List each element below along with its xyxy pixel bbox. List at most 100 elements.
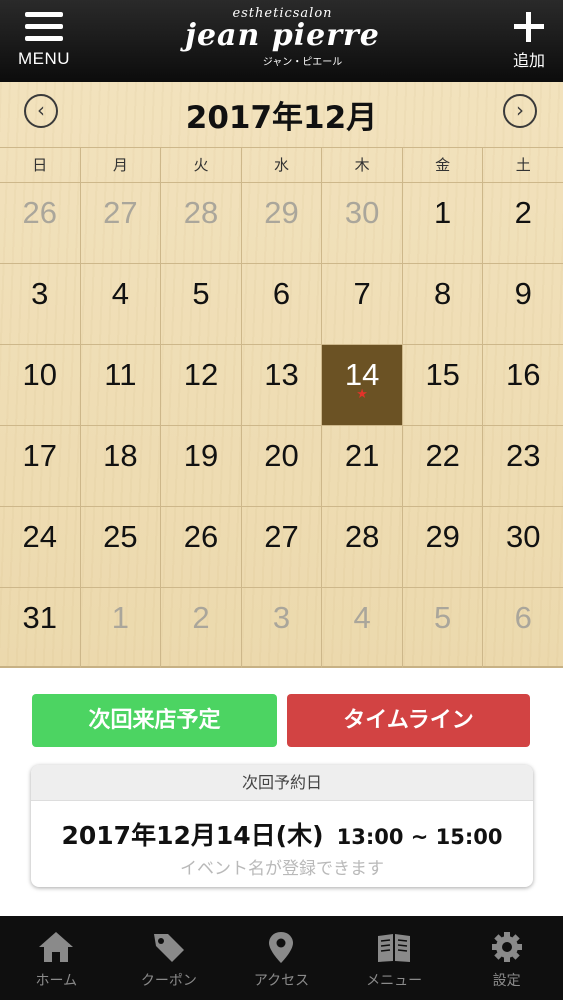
weekday-header: 日月火水木金 土	[0, 147, 563, 182]
day-cell[interactable]: 13	[242, 345, 323, 425]
day-cell[interactable]: 18	[81, 426, 162, 506]
next-month-button[interactable]: ›	[503, 94, 537, 128]
week-row: 17 18 19 20 21 22 23	[0, 425, 563, 506]
weekday-label: 水	[242, 148, 323, 182]
day-cell[interactable]: 12	[161, 345, 242, 425]
day-cell[interactable]: 5	[161, 264, 242, 344]
day-cell[interactable]: 24	[0, 507, 81, 587]
day-cell[interactable]: 26	[161, 507, 242, 587]
month-bar: ‹ 2017年12月 ›	[0, 82, 563, 146]
day-number: 26	[183, 519, 219, 554]
day-cell[interactable]: 9	[483, 264, 563, 344]
day-cell[interactable]: 10	[0, 345, 81, 425]
tab-coupon[interactable]: クーポン	[113, 916, 226, 1000]
tab-label: 設定	[492, 973, 521, 989]
brand-name: jean pierre	[185, 18, 380, 53]
day-number: 3	[31, 276, 49, 311]
weekday-label: 木	[322, 148, 403, 182]
menu-button[interactable]: MENU	[10, 8, 78, 74]
week-row: 3 4 5 6 7 8 9	[0, 263, 563, 344]
day-number: 8	[434, 276, 452, 311]
day-cell[interactable]: 28	[322, 507, 403, 587]
week-row: 31 1 2 3 4 5 6	[0, 587, 563, 668]
plus-icon	[514, 12, 544, 42]
day-cell[interactable]: 30	[483, 507, 563, 587]
day-cell[interactable]: 20	[242, 426, 323, 506]
day-cell[interactable]: 23	[483, 426, 563, 506]
day-number: 31	[22, 600, 58, 635]
tab-settings[interactable]: 設定	[450, 916, 563, 1000]
day-cell[interactable]: 31	[0, 588, 81, 668]
day-cell[interactable]: 15	[403, 345, 484, 425]
day-number: 1	[111, 600, 129, 635]
weekday-label: 日	[0, 148, 81, 182]
day-number: 17	[22, 438, 58, 473]
home-icon	[39, 932, 74, 962]
day-cell[interactable]: 1	[403, 183, 484, 263]
day-cell[interactable]: 2	[161, 588, 242, 668]
day-cell[interactable]: 29	[242, 183, 323, 263]
day-cell[interactable]: 19	[161, 426, 242, 506]
day-number: 22	[425, 438, 460, 473]
day-cell[interactable]: 8	[403, 264, 484, 344]
day-number: 12	[183, 357, 219, 392]
day-cell[interactable]: 11	[81, 345, 162, 425]
tab-home[interactable]: ホーム	[0, 916, 113, 1000]
day-cell[interactable]: 7	[322, 264, 403, 344]
day-cell[interactable]: 4	[322, 588, 403, 668]
calendar: ‹ 2017年12月 › 日月火水木金土 26 27 28 29 30 1 2 3 4 5 6 7 8 9…	[0, 82, 563, 668]
day-cell[interactable]: 5	[403, 588, 484, 668]
day-cell[interactable]: 2	[483, 183, 563, 263]
week-row: 24 25 26 27 28 29 30	[0, 506, 563, 587]
day-cell[interactable]: 29	[403, 507, 484, 587]
next-appointment-card[interactable]: 次回予約日 2017年12月14日(木) 13:00 ~ 15:00 イベント名…	[31, 765, 533, 887]
tag-icon	[153, 934, 184, 962]
day-cell[interactable]: 27	[242, 507, 323, 587]
day-number: 2	[514, 195, 532, 230]
day-cell[interactable]: 6	[242, 264, 323, 344]
day-number: 29	[264, 195, 299, 230]
day-cell[interactable]: 1	[81, 588, 162, 668]
appointment-time: 13:00 ~ 15:00	[336, 825, 503, 849]
tab-menu[interactable]: メニュー	[338, 916, 451, 1000]
add-button[interactable]: 追加	[503, 6, 555, 72]
book-icon	[378, 934, 411, 962]
day-cell[interactable]: 3	[0, 264, 81, 344]
bottom-tab-bar: ホーム クーポン アクセス メニュー 設定	[0, 916, 563, 1000]
next-visit-button[interactable]: 次回来店予定	[32, 694, 277, 747]
add-label: 追加	[512, 51, 545, 70]
day-cell[interactable]: 4	[81, 264, 162, 344]
day-number: 9	[514, 276, 532, 311]
day-cell[interactable]: 3	[242, 588, 323, 668]
day-number: 13	[264, 357, 299, 392]
tab-access[interactable]: アクセス	[225, 916, 338, 1000]
tab-label: アクセス	[253, 973, 310, 989]
day-number: 28	[344, 519, 380, 554]
day-cell[interactable]: 16	[483, 345, 563, 425]
day-number: 5	[434, 600, 452, 635]
day-number: 19	[183, 438, 219, 473]
day-number: 20	[264, 438, 299, 473]
timeline-button[interactable]: タイムライン	[287, 694, 530, 747]
app-header: MENU estheticsalon jean pierre ジャン・ピエール …	[0, 0, 563, 82]
day-number: 4	[353, 600, 371, 635]
day-cell[interactable]: 6	[483, 588, 563, 668]
hamburger-icon	[25, 12, 63, 42]
tab-label: メニュー	[366, 973, 423, 989]
day-cell[interactable]: 21	[322, 426, 403, 506]
day-number: 5	[192, 276, 210, 311]
day-cell[interactable]: 26	[0, 183, 81, 263]
arrow-right-icon: ›	[516, 98, 524, 122]
appointment-datetime: 2017年12月14日(木) 13:00 ~ 15:00	[31, 816, 533, 852]
day-cell[interactable]: 30	[322, 183, 403, 263]
day-cell[interactable]: 17	[0, 426, 81, 506]
day-number: 21	[344, 438, 380, 473]
weekday-label: 火	[161, 148, 242, 182]
day-number: 11	[104, 357, 137, 392]
day-cell[interactable]: 25	[81, 507, 162, 587]
appointment-date: 2017年12月14日(木)	[61, 821, 324, 850]
day-cell[interactable]: 27	[81, 183, 162, 263]
day-cell[interactable]: 28	[161, 183, 242, 263]
day-cell[interactable]: 22	[403, 426, 484, 506]
day-cell-selected[interactable]: 14 ★	[322, 345, 403, 425]
